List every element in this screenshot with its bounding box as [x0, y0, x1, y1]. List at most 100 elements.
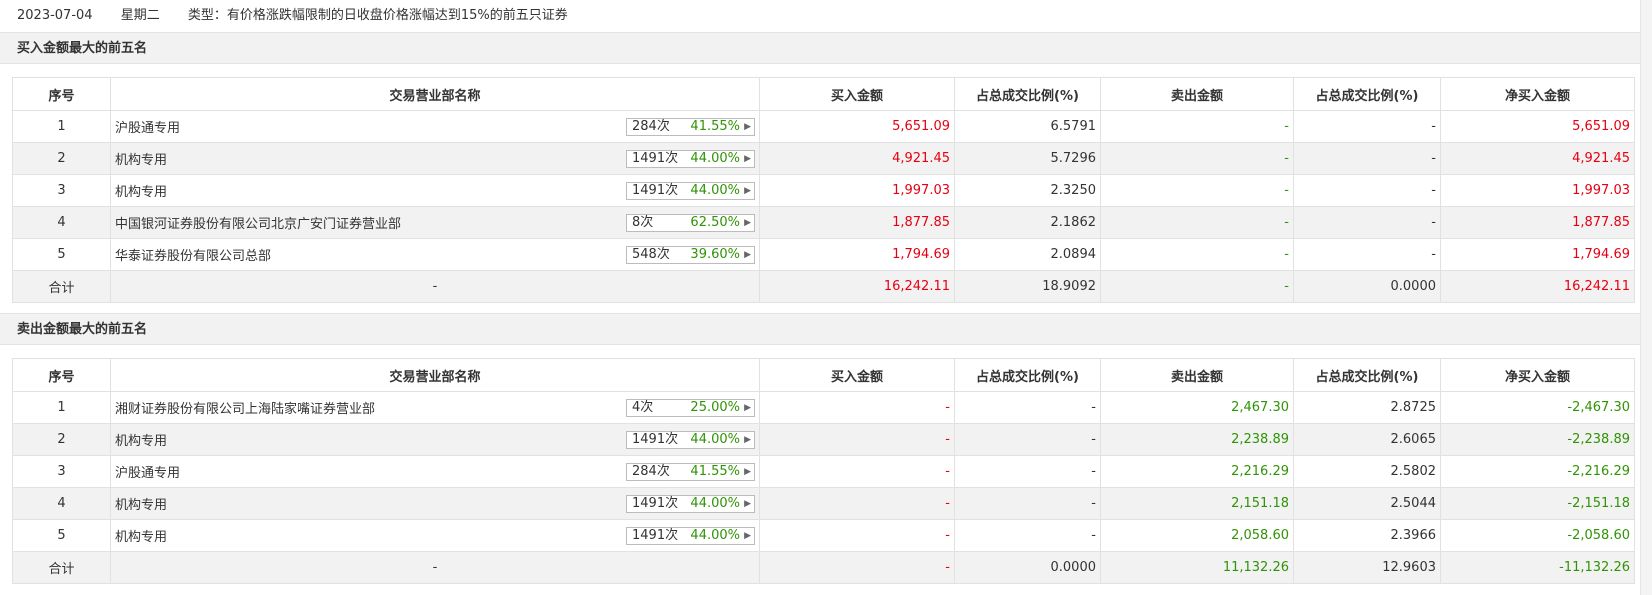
- appearance-count: 548次: [632, 247, 670, 262]
- dept-name-link[interactable]: 机构专用: [115, 434, 167, 449]
- net-amount: 1,877.85: [1440, 206, 1635, 239]
- dept-stats-badge[interactable]: 1491次 44.00% ▶: [626, 150, 755, 168]
- caret-right-icon: ▶: [744, 531, 751, 541]
- sell-amount: 2,467.30: [1100, 391, 1294, 424]
- row-index: 3: [12, 174, 111, 207]
- dept-name-link[interactable]: 机构专用: [115, 530, 167, 545]
- report-header: 2023-07-04 星期二 类型：有价格涨跌幅限制的日收盘价格涨幅达到15%的…: [0, 0, 1640, 32]
- appearance-count: 1491次: [632, 528, 679, 543]
- net-amount: 1,997.03: [1440, 174, 1635, 207]
- buy-amount: 1,877.85: [759, 206, 955, 239]
- row-index: 5: [12, 519, 111, 552]
- rise-probability: 44.00%: [690, 183, 740, 198]
- dept-name-link[interactable]: 机构专用: [115, 498, 167, 513]
- table-row: 4 机构专用 1491次 44.00% ▶ - -2,151.18 2.5044 -2,151.…: [12, 487, 1635, 520]
- caret-right-icon: ▶: [744, 250, 751, 260]
- buy-ratio: -: [954, 391, 1101, 424]
- rise-probability: 44.00%: [690, 528, 740, 543]
- appearance-count: 1491次: [632, 183, 679, 198]
- col-header-sell: 卖出金额: [1100, 358, 1294, 392]
- buy-amount: -: [759, 391, 955, 424]
- vertical-scrollbar[interactable]: [1640, 0, 1652, 595]
- col-header-sell-pct: 占总成交比例(%): [1293, 77, 1441, 111]
- buy-section-title: 买入金额最大的前五名: [0, 32, 1640, 64]
- table-row: 2 机构专用 1491次 44.00% ▶ - -2,238.89 2.6065 -2,238.…: [12, 423, 1635, 456]
- buy-amount: -: [759, 423, 955, 456]
- table-row: 5 机构专用 1491次 44.00% ▶ - -2,058.60 2.3966 -2,058.…: [12, 519, 1635, 552]
- dept-stats-badge[interactable]: 8次 62.50% ▶: [626, 214, 755, 232]
- total-row: 合计 - -0.0000 11,132.26 12.9603 -11,132.26: [12, 551, 1635, 584]
- buy-ratio: 2.0894: [954, 238, 1101, 271]
- dept-stats-badge[interactable]: 548次 39.60% ▶: [626, 246, 755, 264]
- dept-name-link[interactable]: 中国银河证券股份有限公司北京广安门证券营业部: [115, 217, 401, 232]
- total-buy-amount: -: [759, 551, 955, 584]
- table-row: 3 机构专用 1491次 44.00% ▶ 1,997.03 2.3250- -1,997.0…: [12, 174, 1635, 207]
- dept-stats-badge[interactable]: 1491次 44.00% ▶: [626, 182, 755, 200]
- caret-right-icon: ▶: [744, 467, 751, 477]
- total-buy-amount: 16,242.11: [759, 270, 955, 303]
- dept-stats-badge[interactable]: 1491次 44.00% ▶: [626, 495, 755, 513]
- total-net-amount: 16,242.11: [1440, 270, 1635, 303]
- col-header-sell-pct: 占总成交比例(%): [1293, 358, 1441, 392]
- sell-ratio: -: [1293, 142, 1441, 175]
- dept-name-link[interactable]: 机构专用: [115, 185, 167, 200]
- buy-ratio: 2.1862: [954, 206, 1101, 239]
- buy-amount: -: [759, 519, 955, 552]
- net-amount: -2,467.30: [1440, 391, 1635, 424]
- rise-probability: 41.55%: [690, 119, 740, 134]
- table-row: 2 机构专用 1491次 44.00% ▶ 4,921.45 5.7296- -4,921.4…: [12, 142, 1635, 175]
- total-dept-placeholder: -: [110, 270, 760, 303]
- row-index: 2: [12, 423, 111, 456]
- col-header-net: 净买入金额: [1440, 77, 1635, 111]
- col-header-dept: 交易营业部名称: [110, 77, 760, 111]
- total-sell-amount: 11,132.26: [1100, 551, 1294, 584]
- appearance-count: 284次: [632, 464, 670, 479]
- sell-amount: -: [1100, 238, 1294, 271]
- col-header-buy: 买入金额: [759, 358, 955, 392]
- appearance-count: 1491次: [632, 432, 679, 447]
- dept-name-link[interactable]: 沪股通专用: [115, 466, 180, 481]
- dept-name-cell: 沪股通专用 284次 41.55% ▶: [110, 110, 760, 143]
- col-header-sell: 卖出金额: [1100, 77, 1294, 111]
- dept-name-cell: 机构专用 1491次 44.00% ▶: [110, 519, 760, 552]
- col-header-dept: 交易营业部名称: [110, 358, 760, 392]
- dept-stats-badge[interactable]: 4次 25.00% ▶: [626, 399, 755, 417]
- sell-ratio: 2.3966: [1293, 519, 1441, 552]
- rise-probability: 44.00%: [690, 151, 740, 166]
- sell-ratio: -: [1293, 206, 1441, 239]
- dept-name-cell: 湘财证券股份有限公司上海陆家嘴证券营业部 4次 25.00% ▶: [110, 391, 760, 424]
- total-sell-amount: -: [1100, 270, 1294, 303]
- dept-name-link[interactable]: 沪股通专用: [115, 121, 180, 136]
- caret-right-icon: ▶: [744, 154, 751, 164]
- caret-right-icon: ▶: [744, 122, 751, 132]
- dept-name-link[interactable]: 湘财证券股份有限公司上海陆家嘴证券营业部: [115, 402, 375, 417]
- table-row: 4 中国银河证券股份有限公司北京广安门证券营业部 8次 62.50% ▶ 1,877.85…: [12, 206, 1635, 239]
- total-buy-ratio: 18.9092: [954, 270, 1101, 303]
- caret-right-icon: ▶: [744, 499, 751, 509]
- row-index: 5: [12, 238, 111, 271]
- buy-ratio: -: [954, 487, 1101, 520]
- rise-probability: 62.50%: [690, 215, 740, 230]
- dept-stats-badge[interactable]: 284次 41.55% ▶: [626, 463, 755, 481]
- sell-ratio: 2.5044: [1293, 487, 1441, 520]
- report-date: 2023-07-04: [17, 8, 93, 23]
- dept-stats-badge[interactable]: 1491次 44.00% ▶: [626, 431, 755, 449]
- table-row: 1 湘财证券股份有限公司上海陆家嘴证券营业部 4次 25.00% ▶ - -2,467.30…: [12, 391, 1635, 424]
- buy-ratio: 5.7296: [954, 142, 1101, 175]
- buy-amount: 4,921.45: [759, 142, 955, 175]
- report-type: 类型：有价格涨跌幅限制的日收盘价格涨幅达到15%的前五只证券: [187, 8, 568, 23]
- total-net-amount: -11,132.26: [1440, 551, 1635, 584]
- col-header-buy: 买入金额: [759, 77, 955, 111]
- dept-name-link[interactable]: 华泰证券股份有限公司总部: [115, 249, 271, 264]
- caret-right-icon: ▶: [744, 435, 751, 445]
- dept-name-link[interactable]: 机构专用: [115, 153, 167, 168]
- net-amount: 5,651.09: [1440, 110, 1635, 143]
- col-header-index: 序号: [12, 358, 111, 392]
- total-label: 合计: [12, 551, 111, 584]
- table-header-row: 序号 交易营业部名称 买入金额 占总成交比例(%) 卖出金额 占总成交比例(%)…: [12, 358, 1635, 392]
- appearance-count: 284次: [632, 119, 670, 134]
- net-amount: 1,794.69: [1440, 238, 1635, 271]
- dept-stats-badge[interactable]: 1491次 44.00% ▶: [626, 527, 755, 545]
- row-index: 1: [12, 110, 111, 143]
- dept-stats-badge[interactable]: 284次 41.55% ▶: [626, 118, 755, 136]
